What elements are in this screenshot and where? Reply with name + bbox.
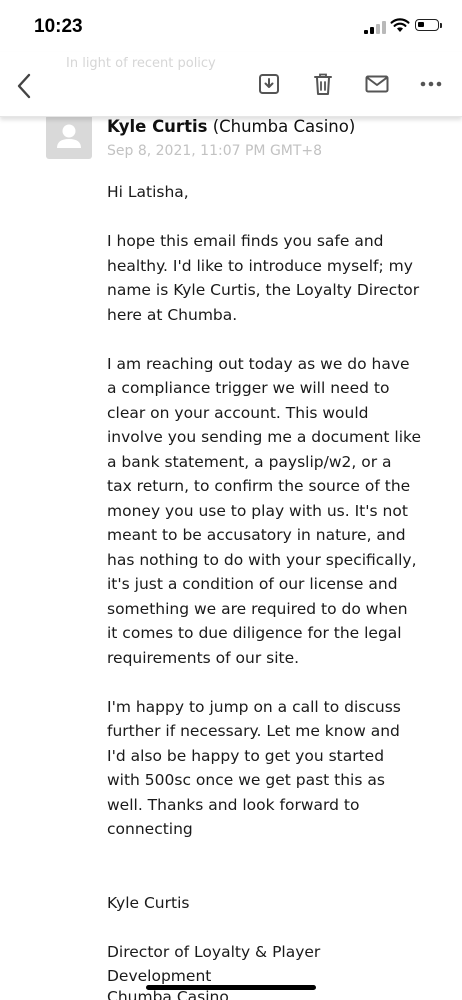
faded-subject-line: In light of recent policy <box>66 56 216 71</box>
person-icon <box>57 124 81 148</box>
message-toolbar: In light of recent policy <box>0 52 462 117</box>
ellipsis-icon[interactable] <box>420 80 442 88</box>
signature-title: Director of Loyalty & Player Development <box>107 942 321 986</box>
home-indicator[interactable] <box>146 985 316 990</box>
avatar <box>46 115 92 159</box>
email-view: 10:23 In light of recent policy Kyle Cur… <box>0 0 462 1000</box>
body-paragraph-2: I am reaching out today as we do have a … <box>107 354 421 667</box>
greeting: Hi Latisha, <box>107 183 189 201</box>
sender-organization: (Chumba Casino) <box>212 117 356 136</box>
cellular-signal-icon <box>364 21 386 34</box>
battery-icon <box>415 19 439 31</box>
body-paragraph-3: I'm happy to jump on a call to discuss f… <box>107 697 401 839</box>
status-time: 10:23 <box>34 16 83 37</box>
back-chevron-left-icon[interactable] <box>14 72 34 100</box>
signature-name: Kyle Curtis <box>107 893 190 912</box>
wifi-icon <box>390 18 410 32</box>
message-date: Sep 8, 2021, 11:07 PM GMT+8 <box>107 143 323 159</box>
archive-icon[interactable] <box>258 73 280 95</box>
sender-line[interactable]: Kyle Curtis (Chumba Casino) <box>107 117 355 136</box>
envelope-icon[interactable] <box>365 75 389 93</box>
sender-name: Kyle Curtis <box>107 117 208 136</box>
message-body: Hi Latisha, I hope this email finds you … <box>107 180 437 1000</box>
battery-cap <box>440 23 442 28</box>
body-paragraph-1: I hope this email finds you safe and hea… <box>107 232 420 324</box>
status-bar: 10:23 <box>0 0 462 52</box>
trash-icon[interactable] <box>313 72 333 96</box>
